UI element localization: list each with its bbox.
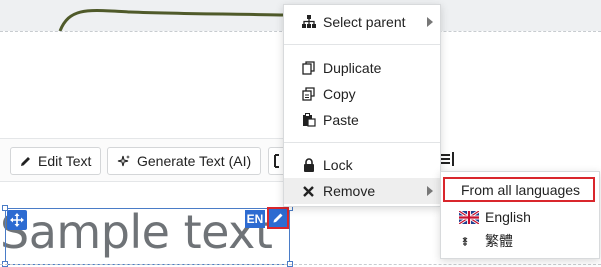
submenu-item-english[interactable]: English [441,205,599,229]
menu-item-duplicate[interactable]: Duplicate [284,55,440,81]
close-icon [301,184,316,199]
language-glyph-icon [462,236,468,246]
submenu-arrow-icon [427,186,433,196]
submenu-item-label: English [485,209,531,225]
align-icon[interactable] [440,151,454,167]
menu-item-paste[interactable]: Paste [284,107,440,133]
menu-item-label: Select parent [323,14,406,30]
generate-text-ai-button[interactable]: Generate Text (AI) [107,147,261,175]
menu-item-copy[interactable]: Copy [284,81,440,107]
edit-pen-button[interactable] [267,207,289,229]
submenu-item-label: 繁體 [485,233,513,249]
menu-item-label: Copy [323,86,356,102]
move-arrows-icon [10,213,24,227]
submenu-arrow-icon [427,17,433,27]
context-menu: Select parent Duplicate Copy Paste Lock … [283,4,441,207]
menu-item-label: Lock [323,157,353,173]
sparkle-icon [117,154,130,166]
menu-item-lock[interactable]: Lock [284,152,440,178]
uk-flag-icon [459,210,479,224]
submenu-item-from-all-languages[interactable]: From all languages [443,177,595,202]
menu-divider [284,142,440,143]
language-badge[interactable]: EN [245,210,265,228]
bracket-icon [274,154,279,168]
remove-submenu: From all languages English 繁體 [440,171,600,259]
menu-divider [284,44,440,45]
submenu-item-traditional-chinese[interactable]: 繁體 [441,229,599,253]
submenu-item-label: From all languages [461,181,581,198]
menu-item-remove[interactable]: Remove [284,178,440,204]
paste-icon [301,113,316,128]
text-toolbar: Edit Text Generate Text (AI) [0,138,290,182]
pencil-icon [21,156,30,166]
duplicate-icon [301,61,316,76]
generate-text-label: Generate Text (AI) [137,153,252,169]
menu-item-label: Paste [323,112,359,128]
copy-icon [301,87,316,102]
edit-text-button[interactable]: Edit Text [10,147,101,175]
canvas-guide-bottom [0,264,601,265]
move-handle-button[interactable] [7,210,27,230]
pencil-icon [273,213,283,223]
menu-item-select-parent[interactable]: Select parent [284,9,440,35]
lock-icon [301,158,316,173]
hierarchy-icon [301,15,316,30]
edit-text-label: Edit Text [38,153,92,169]
menu-item-label: Duplicate [323,60,382,76]
menu-item-label: Remove [323,183,376,199]
